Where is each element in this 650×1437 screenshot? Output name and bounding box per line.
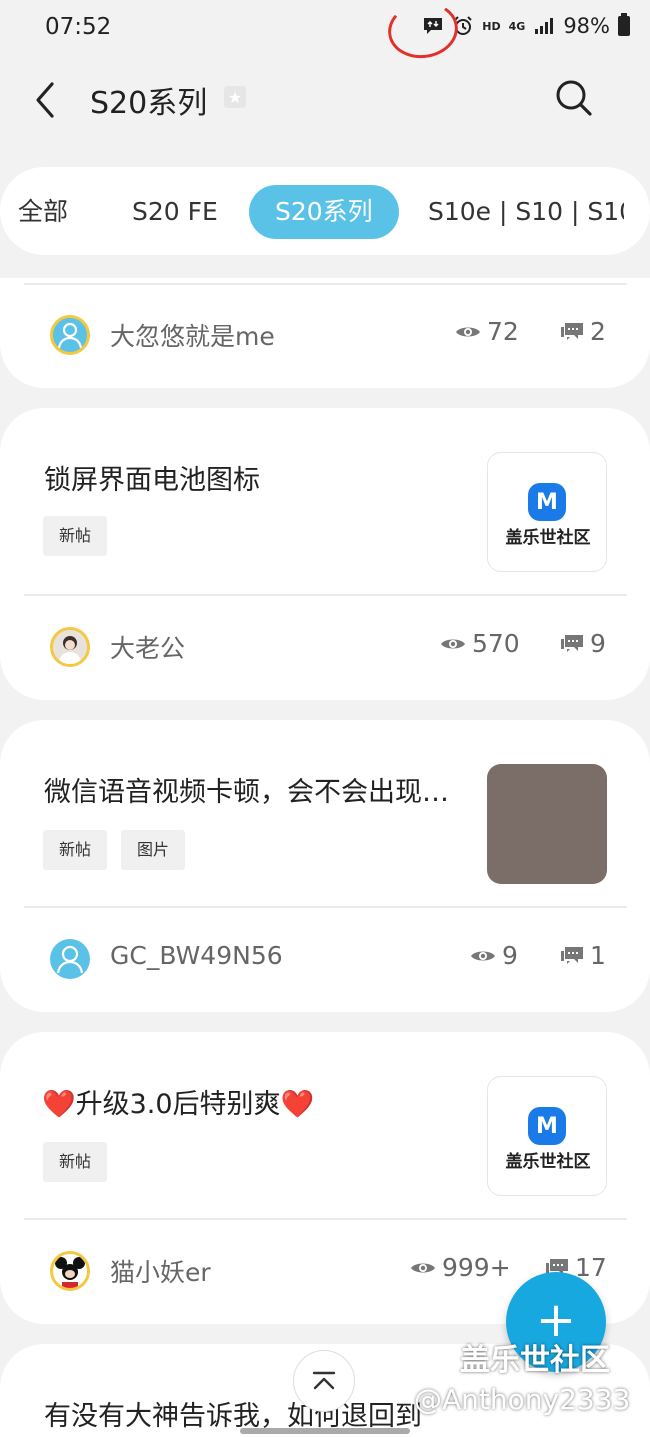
- post-thumbnail[interactable]: [487, 764, 607, 884]
- reply-count: 9: [560, 629, 606, 658]
- tag-new: 新帖: [43, 830, 107, 870]
- post-card[interactable]: 锁屏界面电池图标 新帖 M 盖乐世社区 大老公 570 9: [0, 408, 650, 700]
- tab-all[interactable]: 全部: [8, 185, 68, 239]
- signal-icon: [533, 15, 555, 37]
- avatar[interactable]: [50, 315, 90, 355]
- watermark-site: 盖乐世社区: [460, 1343, 610, 1378]
- author-name[interactable]: 大忽悠就是me: [110, 317, 275, 353]
- hd-indicator: HD: [482, 19, 501, 33]
- divider: [24, 283, 627, 285]
- divider: [24, 906, 627, 908]
- mouse-character-icon: [55, 1257, 85, 1288]
- user-icon: [56, 945, 84, 974]
- status-time: 07:52: [45, 14, 112, 40]
- chevron-left-icon: [36, 82, 54, 118]
- search-icon: [556, 80, 592, 116]
- post-thumbnail[interactable]: M 盖乐世社区: [487, 452, 607, 572]
- thumbnail-caption: 盖乐世社区: [505, 528, 591, 548]
- eye-icon: [471, 951, 495, 960]
- search-button[interactable]: [554, 78, 594, 118]
- avatar[interactable]: [50, 627, 90, 667]
- galaxy-community-logo-icon: M: [528, 1107, 566, 1145]
- post-meta: GC_BW49N56 9 1: [0, 933, 650, 989]
- view-count-value: 72: [487, 317, 519, 346]
- battery-percent: 98%: [563, 14, 610, 38]
- double-chevron-up-icon: [312, 1371, 336, 1390]
- home-indicator[interactable]: [240, 1428, 410, 1434]
- post-meta: 大老公 570 9: [0, 621, 650, 677]
- view-count: 999+: [410, 1253, 511, 1282]
- comment-icon: [561, 946, 583, 964]
- view-count: 570: [440, 629, 520, 658]
- galaxy-community-logo-icon: M: [528, 483, 566, 521]
- post-title[interactable]: ❤️升级3.0后特别爽❤️: [42, 1082, 462, 1121]
- tag-image: 图片: [121, 830, 185, 870]
- divider: [24, 594, 627, 596]
- avatar[interactable]: [50, 939, 90, 979]
- avatar[interactable]: [50, 1251, 90, 1291]
- view-count: 9: [470, 941, 518, 970]
- eye-icon: [441, 639, 465, 648]
- reply-count: 1: [560, 941, 606, 970]
- eye-icon: [456, 327, 480, 336]
- annotation-circle: [384, 0, 462, 63]
- view-count-value: 9: [502, 941, 518, 970]
- user-photo-icon: [53, 630, 87, 664]
- view-count-value: 999+: [442, 1253, 511, 1282]
- star-icon: ★: [227, 87, 243, 107]
- watermark-author: @Anthony2333: [414, 1383, 631, 1416]
- status-bar: 07:52 HD 4G 98%: [0, 0, 650, 63]
- tab-s20-fe[interactable]: S20 FE: [132, 185, 218, 239]
- post-card[interactable]: 大忽悠就是me 72 2: [0, 278, 650, 388]
- comment-icon: [561, 322, 583, 340]
- author-name[interactable]: 大老公: [110, 629, 185, 665]
- back-button[interactable]: [30, 78, 66, 122]
- page-title: S20系列: [90, 86, 208, 121]
- divider: [24, 1218, 627, 1220]
- user-icon: [57, 322, 83, 349]
- battery-icon: [618, 13, 630, 36]
- scroll-to-top-button[interactable]: [293, 1350, 355, 1412]
- post-title[interactable]: 微信语音视频卡顿，会不会出现…: [44, 770, 469, 809]
- post-meta: 大忽悠就是me 72 2: [0, 309, 650, 365]
- post-card[interactable]: 微信语音视频卡顿，会不会出现… 新帖 图片 GC_BW49N56 9 1: [0, 720, 650, 1012]
- favorite-button[interactable]: ★: [224, 86, 246, 108]
- comment-icon: [561, 634, 583, 652]
- view-count-value: 570: [472, 629, 520, 658]
- reply-count-value: 1: [590, 941, 606, 970]
- tab-s10-series[interactable]: S10e | S10 | S10: [428, 185, 624, 239]
- tag-new: 新帖: [43, 1142, 107, 1182]
- eye-icon: [411, 1263, 435, 1272]
- reply-count-value: 9: [590, 629, 606, 658]
- reply-count-value: 2: [590, 317, 606, 346]
- network-indicator: 4G: [508, 19, 526, 33]
- tag-new: 新帖: [43, 516, 107, 556]
- app-header: S20系列 ★: [0, 60, 650, 140]
- author-name[interactable]: GC_BW49N56: [110, 941, 283, 970]
- thumbnail-caption: 盖乐世社区: [505, 1152, 591, 1172]
- reply-count: 2: [560, 317, 606, 346]
- tab-s20-series[interactable]: S20系列: [249, 185, 399, 239]
- category-tabs: 全部 S20 FE S20系列 S10e | S10 | S10: [0, 167, 650, 255]
- post-title[interactable]: 锁屏界面电池图标: [44, 458, 464, 497]
- post-thumbnail[interactable]: M 盖乐世社区: [487, 1076, 607, 1196]
- view-count: 72: [455, 317, 519, 346]
- author-name[interactable]: 猫小妖er: [110, 1253, 211, 1289]
